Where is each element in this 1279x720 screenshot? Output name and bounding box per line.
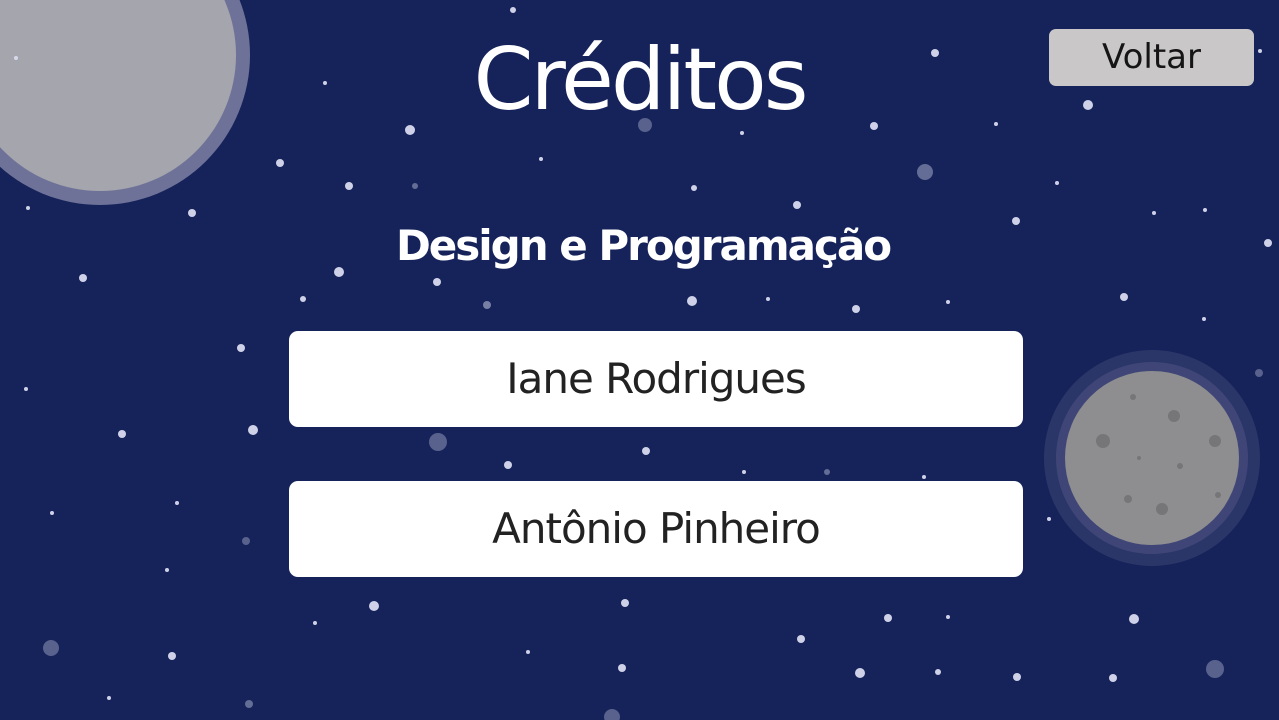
star <box>433 278 441 286</box>
star <box>539 157 543 161</box>
star <box>946 615 950 619</box>
star <box>24 387 28 391</box>
star <box>691 185 697 191</box>
star <box>248 425 258 435</box>
star <box>107 696 111 700</box>
star <box>621 599 629 607</box>
star <box>1202 317 1206 321</box>
star <box>1152 211 1156 215</box>
star <box>855 668 865 678</box>
star <box>483 301 491 309</box>
star <box>50 511 54 515</box>
star <box>26 206 30 210</box>
star <box>793 201 801 209</box>
star <box>740 131 744 135</box>
section-title: Design e Programação <box>395 221 892 270</box>
star <box>165 568 169 572</box>
star <box>824 469 830 475</box>
back-button[interactable]: Voltar <box>1049 29 1254 86</box>
star <box>188 209 196 217</box>
star <box>504 461 512 469</box>
star <box>79 274 87 282</box>
star <box>618 664 626 672</box>
star <box>526 650 530 654</box>
star <box>345 182 353 190</box>
star <box>766 297 770 301</box>
star <box>168 652 176 660</box>
credit-card-name: Antônio Pinheiro <box>289 481 1023 577</box>
star <box>1047 517 1051 521</box>
star <box>1120 293 1128 301</box>
star <box>1203 208 1207 212</box>
star <box>917 164 933 180</box>
star <box>1255 369 1263 377</box>
star <box>742 470 746 474</box>
star <box>935 669 941 675</box>
star <box>1109 674 1117 682</box>
moon-icon <box>1044 350 1260 566</box>
star <box>237 344 245 352</box>
star <box>642 447 650 455</box>
star <box>313 621 317 625</box>
star <box>1055 181 1059 185</box>
star <box>797 635 805 643</box>
star <box>276 159 284 167</box>
star <box>852 305 860 313</box>
star <box>118 430 126 438</box>
star <box>884 614 892 622</box>
star <box>429 433 447 451</box>
star <box>946 300 950 304</box>
star <box>687 296 697 306</box>
star <box>412 183 418 189</box>
star <box>245 700 253 708</box>
star <box>242 537 250 545</box>
star <box>300 296 306 302</box>
credits-screen: Créditos Voltar Design e Programação Ian… <box>0 0 1279 720</box>
star <box>369 601 379 611</box>
star <box>1206 660 1224 678</box>
star <box>43 640 59 656</box>
star <box>922 475 926 479</box>
star <box>604 709 620 720</box>
star <box>510 7 516 13</box>
star <box>1013 673 1021 681</box>
credit-card-name: Iane Rodrigues <box>289 331 1023 427</box>
star <box>1129 614 1139 624</box>
star <box>175 501 179 505</box>
